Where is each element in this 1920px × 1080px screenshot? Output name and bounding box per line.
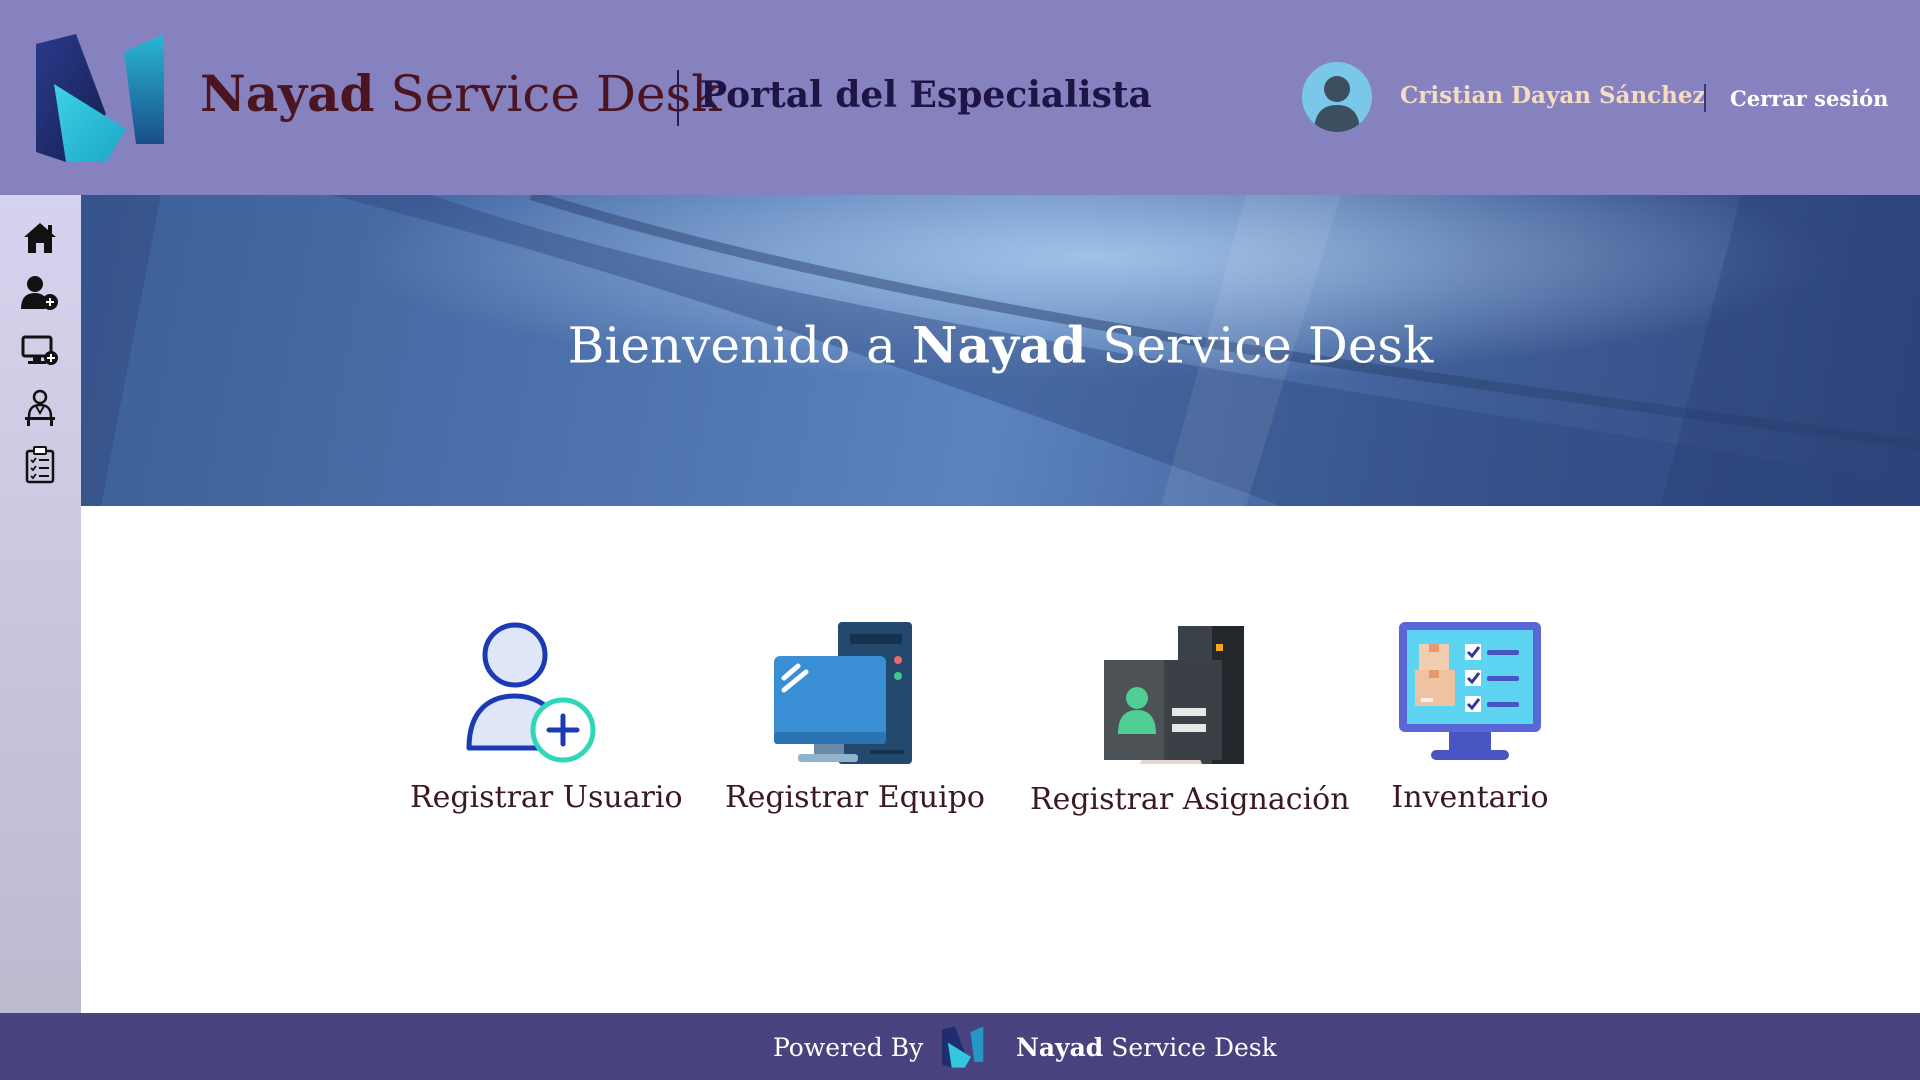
card-label: Registrar Usuario: [410, 780, 683, 815]
sidebar-item-inventory[interactable]: [19, 445, 61, 485]
welcome-brand-rest: Service Desk: [1086, 316, 1434, 375]
portal-title: Portal del Especialista: [700, 74, 1152, 116]
inventory-monitor-icon: [1399, 622, 1541, 760]
footer: Powered By Nayad Service Desk: [0, 1013, 1920, 1080]
logout-link[interactable]: Cerrar sesión: [1730, 86, 1888, 111]
card-label: Registrar Asignación: [1030, 782, 1350, 817]
welcome-title: Bienvenido a Nayad Service Desk: [81, 316, 1920, 375]
sidebar-item-home[interactable]: [19, 218, 61, 258]
powered-by-text: Powered By: [773, 1033, 924, 1062]
nayad-logo: [36, 34, 164, 162]
sidebar: [0, 195, 81, 1013]
checklist-icon: [25, 446, 55, 484]
home-icon: [24, 223, 56, 253]
sidebar-item-assignment[interactable]: [19, 388, 61, 428]
welcome-prefix: Bienvenido a: [567, 316, 912, 375]
welcome-banner: Bienvenido a Nayad Service Desk: [81, 195, 1920, 506]
card-label: Registrar Equipo: [725, 780, 985, 815]
add-user-icon: [21, 276, 58, 310]
card-label: Inventario: [1391, 780, 1549, 815]
welcome-brand-bold: Nayad: [911, 315, 1087, 375]
brand-title: Nayad Service Desk: [200, 64, 722, 123]
brand-divider: [677, 70, 679, 126]
header: Nayad Service Desk Portal del Especialis…: [0, 0, 1920, 195]
sidebar-item-register-user[interactable]: [19, 273, 61, 313]
footer-brand-rest: Service Desk: [1103, 1033, 1277, 1062]
card-inventory[interactable]: Inventario: [1380, 620, 1560, 815]
id-card-icon: [1104, 626, 1244, 764]
card-register-assignment[interactable]: Registrar Asignación: [1030, 620, 1350, 817]
add-user-icon: [466, 622, 596, 763]
specialist-icon: [25, 389, 55, 426]
footer-brand-bold: Nayad: [1016, 1033, 1104, 1062]
footer-brand: Nayad Service Desk: [1016, 1033, 1277, 1062]
avatar-icon: [1314, 76, 1360, 132]
card-register-equipment[interactable]: Registrar Equipo: [725, 620, 985, 815]
desktop-computer-icon: [774, 622, 912, 764]
footer-logo-icon: [942, 1026, 984, 1068]
card-register-user[interactable]: Registrar Usuario: [410, 620, 683, 815]
brand-rest: Service Desk: [374, 65, 722, 123]
user-divider: [1704, 84, 1706, 112]
user-name: Cristian Dayan Sánchez: [1400, 82, 1706, 109]
add-computer-icon: [21, 335, 58, 365]
brand-bold: Nayad: [200, 64, 375, 123]
sidebar-item-register-equipment[interactable]: [19, 331, 61, 371]
user-avatar[interactable]: [1302, 62, 1372, 132]
